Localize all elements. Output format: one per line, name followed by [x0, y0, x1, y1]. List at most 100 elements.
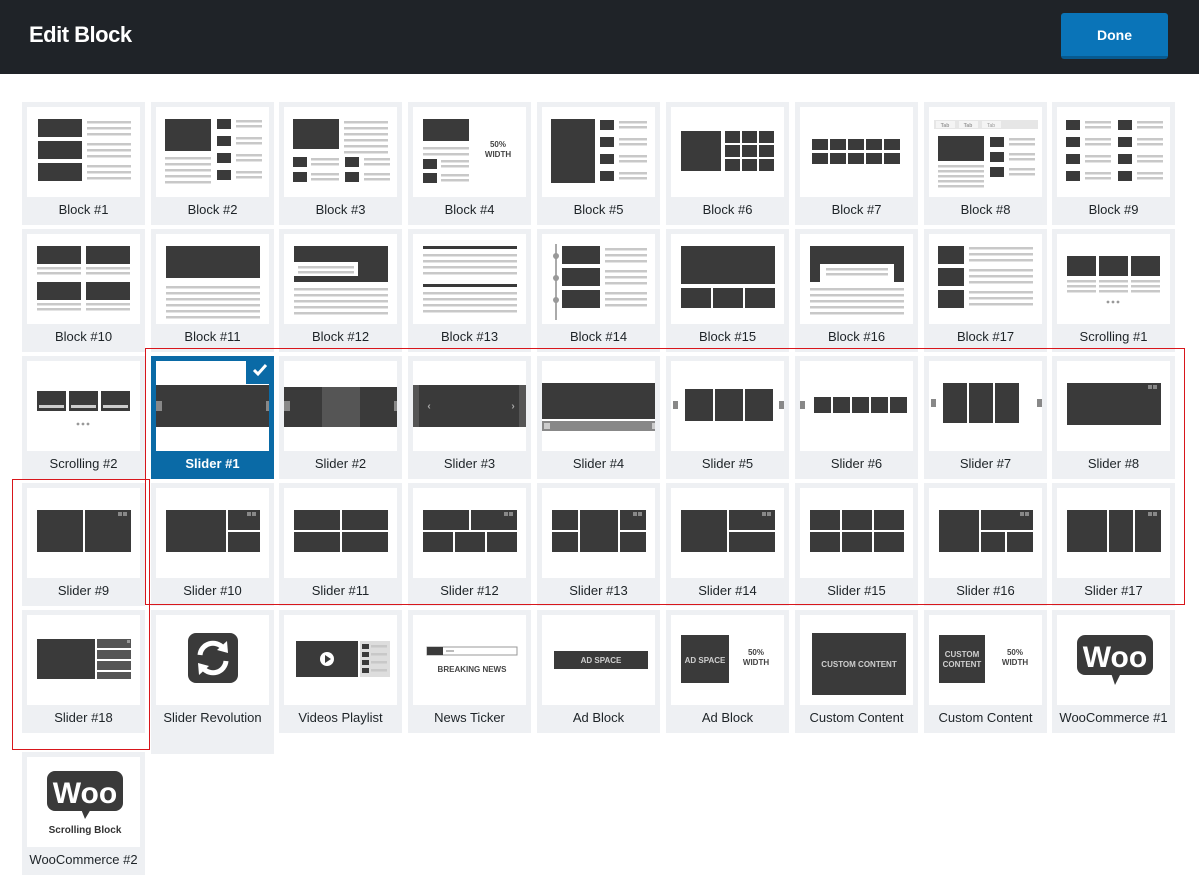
block-8-thumbnail-icon: Tab Tab Tab — [929, 107, 1042, 197]
block-16-thumbnail-icon — [800, 234, 913, 324]
block-1-thumbnail-icon — [27, 107, 140, 197]
block-option-slider-7[interactable]: Slider #7 — [924, 356, 1047, 479]
block-option-label: Block #5 — [573, 202, 624, 217]
block-option-block-5[interactable]: Block #5 — [537, 102, 660, 225]
svg-text:50%: 50% — [1007, 648, 1023, 657]
custom-content-thumbnail-icon: CUSTOM CONTENT — [800, 615, 913, 705]
svg-text:‹: ‹ — [427, 401, 430, 412]
block-option-custom-content[interactable]: CUSTOM CONTENT 50% WIDTH Custom Content — [924, 610, 1047, 733]
slider-8-thumbnail-icon — [1057, 361, 1170, 451]
slider-5-thumbnail-icon — [671, 361, 784, 451]
svg-text:WIDTH: WIDTH — [743, 658, 769, 667]
block-option-block-11[interactable]: Block #11 — [151, 229, 274, 352]
woocommerce-scrolling-logo-icon: Woo Scrolling Block — [27, 757, 140, 847]
block-option-label: Slider #4 — [572, 456, 625, 471]
block-option-woocommerce-1[interactable]: Woo WooCommerce #1 — [1052, 610, 1175, 733]
block-option-block-12[interactable]: Block #12 — [279, 229, 402, 352]
svg-text:Tab: Tab — [987, 123, 995, 129]
block-option-block-1[interactable]: Block #1 — [22, 102, 145, 225]
svg-text:Woo: Woo — [1083, 641, 1147, 674]
block-option-label: Custom Content — [809, 710, 904, 725]
woocommerce-logo-icon: Woo — [1057, 615, 1170, 705]
slider-4-thumbnail-icon — [542, 361, 655, 451]
svg-text:CUSTOM: CUSTOM — [945, 650, 980, 659]
block-option-label: Slider #15 — [827, 583, 886, 598]
block-option-scrolling-1[interactable]: Scrolling #1 — [1052, 229, 1175, 352]
block-option-label: Block #14 — [569, 329, 628, 344]
block-option-block-7[interactable]: Block #7 — [795, 102, 918, 225]
block-option-slider-9[interactable]: Slider #9 — [22, 483, 145, 606]
block-grid: Block #1 Block #2 Block #3 50% WIDTH Block #4… — [0, 0, 1199, 885]
svg-text:AD SPACE: AD SPACE — [581, 656, 622, 665]
block-option-block-6[interactable]: Block #6 — [666, 102, 789, 225]
slider-2-thumbnail-icon — [284, 361, 397, 451]
block-option-label: WooCommerce #1 — [1059, 710, 1168, 725]
block-option-label: Block #8 — [960, 202, 1011, 217]
block-option-woocommerce-2[interactable]: Woo Scrolling Block WooCommerce #2 — [22, 752, 145, 875]
block-option-scrolling-2[interactable]: Scrolling #2 — [22, 356, 145, 479]
block-option-slider-revolution[interactable]: Slider Revolution — [151, 610, 274, 754]
block-option-slider-5[interactable]: Slider #5 — [666, 356, 789, 479]
block-option-block-9[interactable]: Block #9 — [1052, 102, 1175, 225]
block-option-block-3[interactable]: Block #3 — [279, 102, 402, 225]
block-option-label: Slider #9 — [57, 583, 110, 598]
svg-text:Tab: Tab — [941, 123, 950, 129]
block-option-label: Block #11 — [184, 329, 241, 344]
block-option-block-4[interactable]: 50% WIDTH Block #4 — [408, 102, 531, 225]
block-option-block-2[interactable]: Block #2 — [151, 102, 274, 225]
block-option-label: Block #12 — [311, 329, 370, 344]
svg-text:Tab: Tab — [964, 123, 973, 129]
block-option-slider-6[interactable]: Slider #6 — [795, 356, 918, 479]
block-option-label: Slider #11 — [311, 583, 370, 598]
block-option-custom-content[interactable]: CUSTOM CONTENT Custom Content — [795, 610, 918, 733]
block-option-label: Scrolling #1 — [1079, 329, 1148, 344]
refresh-icon — [156, 615, 269, 705]
block-option-slider-8[interactable]: Slider #8 — [1052, 356, 1175, 479]
block-option-label: Slider #12 — [440, 583, 499, 598]
block-option-block-10[interactable]: Block #10 — [22, 229, 145, 352]
block-option-videos-playlist[interactable]: Videos Playlist — [279, 610, 402, 733]
scrolling-2-thumbnail-icon — [27, 361, 140, 451]
block-option-slider-2[interactable]: Slider #2 — [279, 356, 402, 479]
block-option-block-15[interactable]: Block #15 — [666, 229, 789, 352]
block-option-slider-16[interactable]: Slider #16 — [924, 483, 1047, 606]
block-option-slider-12[interactable]: Slider #12 — [408, 483, 531, 606]
slider-13-thumbnail-icon — [542, 488, 655, 578]
block-option-news-ticker[interactable]: BREAKING NEWS News Ticker — [408, 610, 531, 733]
svg-text:BREAKING NEWS: BREAKING NEWS — [438, 665, 508, 674]
block-option-slider-4[interactable]: Slider #4 — [537, 356, 660, 479]
slider-18-thumbnail-icon — [27, 615, 140, 705]
block-option-slider-14[interactable]: Slider #14 — [666, 483, 789, 606]
block-option-slider-3[interactable]: ‹ › Slider #3 — [408, 356, 531, 479]
block-option-slider-17[interactable]: Slider #17 — [1052, 483, 1175, 606]
block-option-slider-1[interactable]: Slider #1 — [151, 356, 274, 479]
svg-text:CONTENT: CONTENT — [943, 660, 982, 669]
block-option-slider-11[interactable]: Slider #11 — [279, 483, 402, 606]
block-option-slider-13[interactable]: Slider #13 — [537, 483, 660, 606]
block-4-thumbnail-icon: 50% WIDTH — [413, 107, 526, 197]
block-option-label: Slider #18 — [54, 710, 113, 725]
block-14-thumbnail-icon — [542, 234, 655, 324]
block-option-block-16[interactable]: Block #16 — [795, 229, 918, 352]
slider-3-thumbnail-icon: ‹ › — [413, 361, 526, 451]
block-option-label: Block #9 — [1088, 202, 1139, 217]
block-option-label: Block #15 — [698, 329, 757, 344]
block-6-thumbnail-icon — [671, 107, 784, 197]
slider-7-thumbnail-icon — [929, 361, 1042, 451]
block-option-block-13[interactable]: Block #13 — [408, 229, 531, 352]
block-option-label: Custom Content — [938, 710, 1033, 725]
block-option-block-14[interactable]: Block #14 — [537, 229, 660, 352]
svg-text:50%: 50% — [748, 648, 764, 657]
block-option-label: Block #4 — [444, 202, 495, 217]
block-17-thumbnail-icon — [929, 234, 1042, 324]
block-option-slider-18[interactable]: Slider #18 — [22, 610, 145, 733]
block-option-block-17[interactable]: Block #17 — [924, 229, 1047, 352]
svg-text:Woo: Woo — [53, 777, 117, 810]
block-option-slider-15[interactable]: Slider #15 — [795, 483, 918, 606]
block-option-ad-block[interactable]: AD SPACE Ad Block — [537, 610, 660, 733]
block-option-block-8[interactable]: Tab Tab Tab Block #8 — [924, 102, 1047, 225]
block-option-ad-block[interactable]: AD SPACE 50% WIDTH Ad Block — [666, 610, 789, 733]
block-option-label: Ad Block — [572, 710, 625, 725]
svg-text:WIDTH: WIDTH — [1002, 658, 1028, 667]
block-option-slider-10[interactable]: Slider #10 — [151, 483, 274, 606]
